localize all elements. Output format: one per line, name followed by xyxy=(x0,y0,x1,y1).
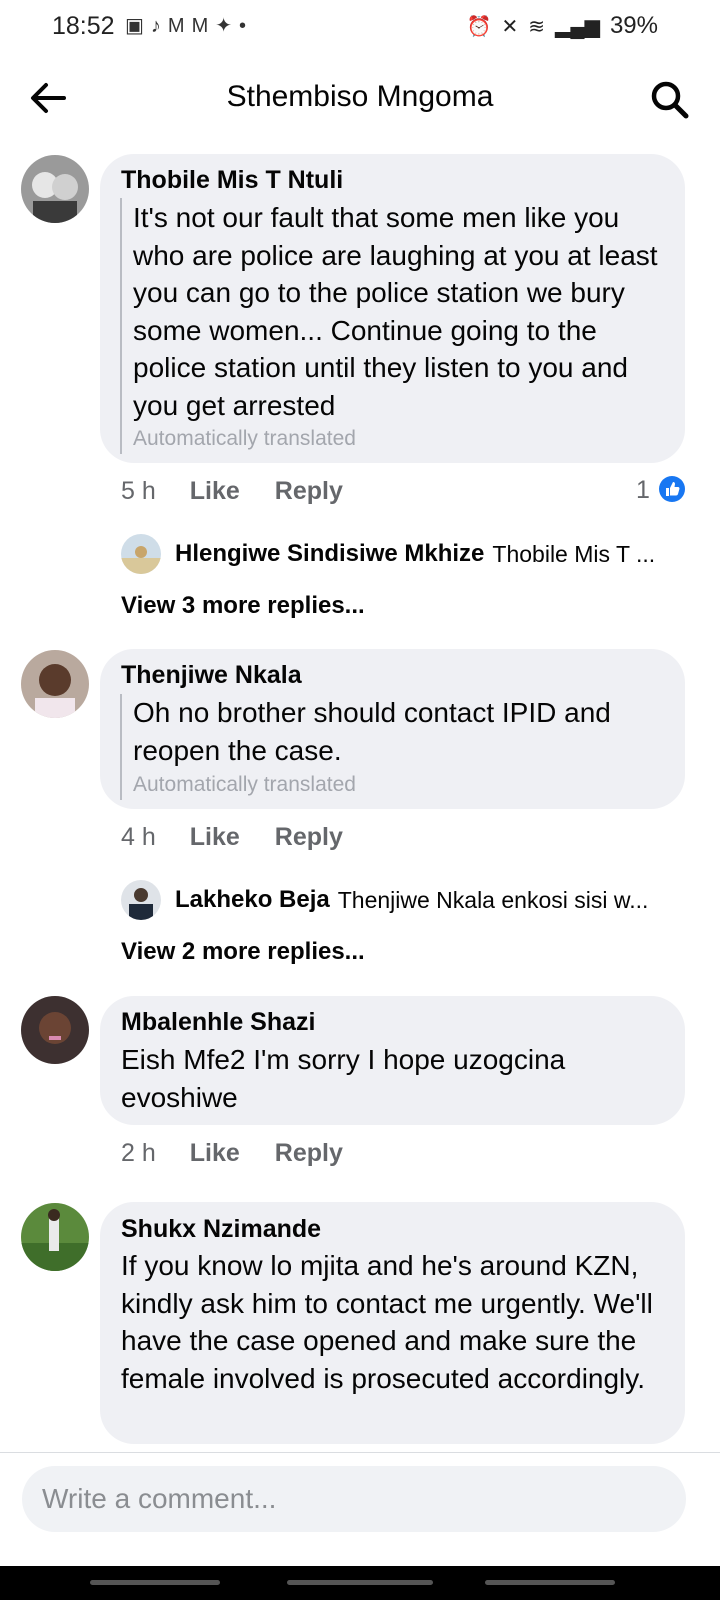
reaction-count[interactable]: 1 xyxy=(636,476,650,505)
search-button[interactable] xyxy=(648,78,692,122)
search-icon xyxy=(651,81,689,119)
gmail-icon: M xyxy=(191,15,209,37)
comment-time: 2 h xyxy=(121,1139,156,1167)
home-button[interactable] xyxy=(287,1580,433,1585)
reply-button[interactable]: Reply xyxy=(275,1139,343,1168)
status-time: 18:52 xyxy=(52,12,115,40)
avatar-image xyxy=(21,155,89,223)
page-title: Sthembiso Mngoma xyxy=(226,80,494,113)
dot-icon: • xyxy=(239,15,247,37)
like-reaction-icon xyxy=(659,476,685,502)
avatar-image xyxy=(21,650,89,718)
like-button[interactable]: Like xyxy=(190,823,240,852)
recent-apps-button[interactable] xyxy=(90,1580,220,1585)
avatar-image xyxy=(21,996,89,1064)
avatar-image xyxy=(21,1203,89,1271)
system-status: ⏰ ✕ ≋ ▂▄▆ 39% xyxy=(467,12,658,40)
comment-text: Oh no brother should contact IPID and re… xyxy=(133,697,611,766)
reply-avatar xyxy=(121,534,161,574)
avatar[interactable] xyxy=(21,650,89,718)
comment-author[interactable]: Mbalenhle Shazi xyxy=(121,1008,315,1037)
reply-preview[interactable]: Hlengiwe Sindisiwe Mkhize Thobile Mis T … xyxy=(121,534,655,574)
reply-button[interactable]: Reply xyxy=(275,823,343,852)
comment-actions: 4 h Like Reply xyxy=(121,823,343,852)
view-more-replies[interactable]: View 3 more replies... xyxy=(121,592,365,620)
reply-author: Lakheko Beja xyxy=(175,886,330,913)
back-nav-button[interactable] xyxy=(485,1580,615,1585)
signal-icon: ▂▄▆ xyxy=(555,15,600,38)
gmail-icon: M xyxy=(167,15,185,37)
reply-avatar xyxy=(121,880,161,920)
comment-actions: 5 h Like Reply xyxy=(121,477,343,506)
comment-text: Eish Mfe2 I'm sorry I hope uzogcina evos… xyxy=(121,1044,566,1113)
like-button[interactable]: Like xyxy=(190,477,240,506)
like-button[interactable]: Like xyxy=(190,1139,240,1168)
avatar[interactable] xyxy=(21,155,89,223)
comment-text: If you know lo mjita and he's around KZN… xyxy=(121,1250,653,1394)
avatar[interactable] xyxy=(21,1203,89,1271)
composer-divider xyxy=(0,1452,720,1453)
comment-author[interactable]: Shukx Nzimande xyxy=(121,1215,321,1244)
comment-text: It's not our fault that some men like yo… xyxy=(133,202,658,421)
reply-snippet: Thenjiwe Nkala enkosi sisi w... xyxy=(337,886,649,913)
battery-level: 39% xyxy=(609,12,658,39)
comment-time: 5 h xyxy=(121,477,156,505)
reply-preview[interactable]: Lakheko Beja Thenjiwe Nkala enkosi sisi … xyxy=(121,880,648,920)
avatar[interactable] xyxy=(21,996,89,1064)
reply-snippet: Thobile Mis T ... xyxy=(492,540,656,567)
tiktok-icon: ♪ xyxy=(150,15,161,37)
wifi-icon: ≋ xyxy=(528,15,546,38)
comment-author[interactable]: Thenjiwe Nkala xyxy=(121,661,302,690)
translation-note[interactable]: Automatically translated xyxy=(133,427,356,451)
comment-time: 4 h xyxy=(121,823,156,851)
reply-author: Hlengiwe Sindisiwe Mkhize xyxy=(175,540,485,567)
mute-icon: ✕ xyxy=(501,15,519,38)
teams-icon: ▣ xyxy=(125,15,144,37)
notification-icons: ▣ ♪ M M ✦ • xyxy=(125,14,246,38)
comment-author[interactable]: Thobile Mis T Ntuli xyxy=(121,166,343,195)
translation-note[interactable]: Automatically translated xyxy=(133,773,356,797)
alarm-icon: ⏰ xyxy=(466,15,492,38)
twitter-icon: ✦ xyxy=(215,15,233,37)
view-more-replies[interactable]: View 2 more replies... xyxy=(121,938,365,966)
system-nav-bar xyxy=(0,1566,720,1600)
reply-button[interactable]: Reply xyxy=(275,477,343,506)
comment-input[interactable]: Write a comment... xyxy=(22,1466,686,1532)
comment-actions: 2 h Like Reply xyxy=(121,1139,343,1168)
